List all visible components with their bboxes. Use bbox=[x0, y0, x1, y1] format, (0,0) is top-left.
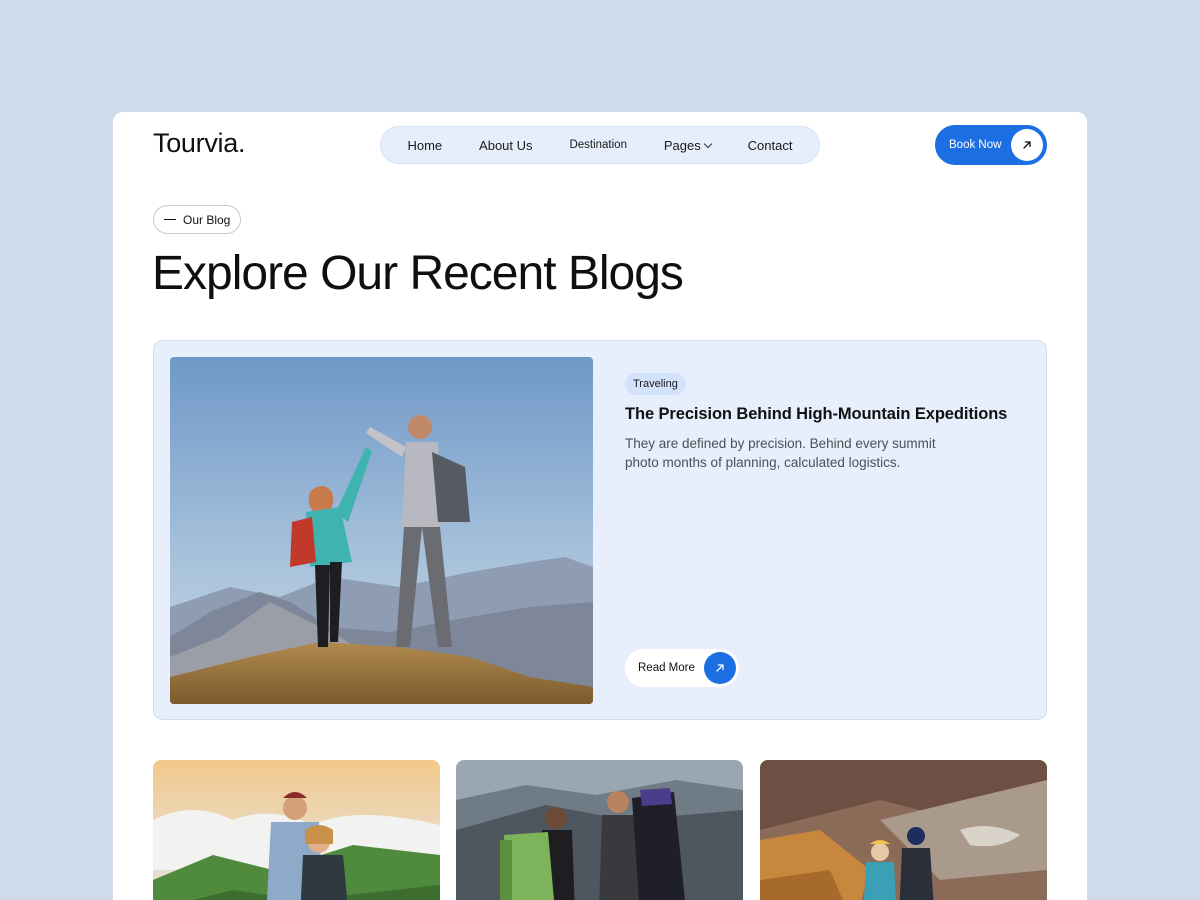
arrow-up-right-icon bbox=[704, 652, 736, 684]
chevron-down-icon bbox=[703, 139, 713, 148]
nav-item-about-us[interactable]: About Us bbox=[479, 138, 532, 153]
nav-item-contact[interactable]: Contact bbox=[748, 138, 793, 153]
blog-card-image-2[interactable] bbox=[456, 760, 743, 900]
page-title: Explore Our Recent Blogs bbox=[152, 247, 684, 300]
main-nav: Home About Us Destination Pages Contact bbox=[380, 126, 820, 164]
read-more-label: Read More bbox=[638, 662, 695, 674]
arrow-up-right-icon bbox=[1011, 129, 1043, 161]
page-card: Tourvia. Home About Us Destination Pages… bbox=[113, 112, 1087, 900]
blog-card-image-3[interactable] bbox=[760, 760, 1047, 900]
blog-card-image-1[interactable] bbox=[153, 760, 440, 900]
featured-post-card[interactable]: Traveling The Precision Behind High-Moun… bbox=[153, 340, 1047, 720]
section-tag: Our Blog bbox=[153, 205, 242, 234]
nav-item-home[interactable]: Home bbox=[407, 138, 442, 153]
dash-icon bbox=[164, 218, 176, 221]
nav-item-pages[interactable]: Pages bbox=[663, 137, 713, 153]
nav-item-destination[interactable]: Destination bbox=[569, 139, 627, 151]
post-description: They are defined by precision. Behind ev… bbox=[625, 436, 936, 470]
post-title[interactable]: The Precision Behind High-Mountain Exped… bbox=[625, 405, 1007, 424]
read-more-button[interactable]: Read More bbox=[625, 649, 739, 687]
book-now-label: Book Now bbox=[949, 139, 1002, 151]
book-now-button[interactable]: Book Now bbox=[935, 125, 1047, 165]
nav-item-pages-label: Pages bbox=[663, 137, 701, 153]
featured-post-image[interactable] bbox=[170, 357, 593, 704]
category-badge[interactable]: Traveling bbox=[625, 373, 686, 395]
brand-logo[interactable]: Tourvia. bbox=[153, 128, 245, 159]
section-tag-label: Our Blog bbox=[183, 212, 231, 227]
